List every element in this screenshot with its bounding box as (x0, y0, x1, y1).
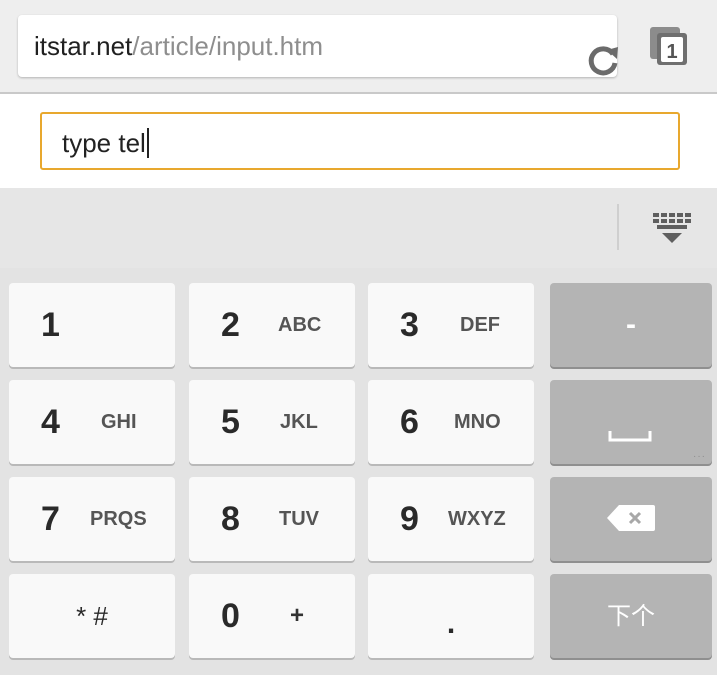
tab-switcher-icon[interactable]: 1 (647, 24, 691, 68)
key-star-hash[interactable]: * # (9, 574, 175, 658)
next-button[interactable]: 下个 (550, 574, 712, 658)
key-dot[interactable]: . (368, 574, 534, 658)
key-9-letters: WXYZ (448, 508, 506, 530)
key-1[interactable]: 1 (9, 283, 175, 367)
key-8-letters: TUV (279, 508, 319, 530)
browser-toolbar: itstar.net/article/input.htm 1 (0, 0, 717, 94)
more-symbols-dots: ··· (693, 451, 706, 462)
key-6-letters: MNO (454, 411, 501, 433)
backspace-icon (607, 505, 655, 531)
key-7-digit: 7 (41, 500, 60, 538)
key-minus-label: - (626, 308, 636, 341)
key-star-hash-label: * # (76, 601, 108, 631)
tab-count: 1 (666, 41, 677, 63)
url-bar[interactable]: itstar.net/article/input.htm (18, 15, 618, 77)
divider (617, 204, 619, 250)
key-2-letters: ABC (278, 314, 322, 336)
key-4-digit: 4 (41, 403, 60, 441)
tel-input[interactable]: type tel (40, 112, 680, 170)
page-content: type tel (0, 94, 717, 188)
key-0-plus: + (290, 602, 305, 629)
key-6-digit: 6 (400, 403, 419, 441)
key-7[interactable]: 7 PRQS (9, 477, 175, 561)
key-2[interactable]: 2 ABC (189, 283, 355, 367)
key-5[interactable]: 5 JKL (189, 380, 355, 464)
key-2-digit: 2 (221, 306, 240, 344)
key-backspace[interactable] (550, 477, 712, 561)
reload-icon[interactable] (586, 43, 622, 79)
key-9-digit: 9 (400, 500, 419, 538)
key-8-digit: 8 (221, 500, 240, 538)
url-domain: itstar.net (34, 31, 133, 61)
key-9[interactable]: 9 WXYZ (368, 477, 534, 561)
numeric-keypad: 1 2 ABC 3 DEF - 4 GHI 5 JKL 6 MNO ··· 7 … (0, 268, 717, 675)
key-4-letters: GHI (101, 411, 137, 433)
next-button-label: 下个 (607, 602, 655, 630)
key-0[interactable]: 0 + (189, 574, 355, 658)
key-3[interactable]: 3 DEF (368, 283, 534, 367)
key-5-digit: 5 (221, 403, 240, 441)
key-1-digit: 1 (41, 306, 60, 344)
text-caret (146, 128, 149, 159)
key-6[interactable]: 6 MNO (368, 380, 534, 464)
keyboard-hide-icon[interactable] (652, 212, 692, 244)
key-0-digit: 0 (221, 597, 240, 635)
key-dot-label: . (446, 607, 456, 640)
url-path: /article/input.htm (132, 31, 324, 61)
key-3-letters: DEF (460, 314, 500, 336)
key-8[interactable]: 8 TUV (189, 477, 355, 561)
space-bar-icon (608, 431, 652, 442)
key-4[interactable]: 4 GHI (9, 380, 175, 464)
key-7-letters: PRQS (90, 508, 147, 530)
url-text[interactable]: itstar.net/article/input.htm (34, 15, 323, 77)
key-space[interactable]: ··· (550, 380, 712, 464)
key-minus[interactable]: - (550, 283, 712, 367)
tel-input-value: type tel (62, 128, 146, 158)
key-5-letters: JKL (280, 411, 318, 433)
keyboard-suggestion-strip (0, 188, 717, 268)
key-3-digit: 3 (400, 306, 419, 344)
